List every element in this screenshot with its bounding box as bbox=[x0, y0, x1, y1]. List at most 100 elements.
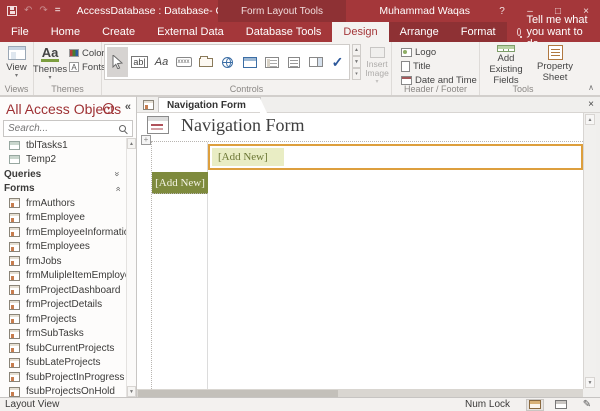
form-icon bbox=[9, 358, 20, 368]
gallery-up-icon[interactable]: ▲ bbox=[352, 44, 361, 56]
shutter-bar-close-icon[interactable]: « bbox=[125, 101, 131, 113]
list-box-control[interactable] bbox=[283, 47, 304, 77]
hyperlink-control[interactable] bbox=[217, 47, 238, 77]
navigation-control[interactable] bbox=[261, 47, 282, 77]
horizontal-tabs-strip-selected[interactable]: [Add New] bbox=[208, 144, 583, 170]
quick-access-toolbar: ↶ ↷ = bbox=[0, 6, 61, 16]
list-item-form[interactable]: frmEmployeeInformation bbox=[0, 225, 126, 240]
collapse-ribbon-icon[interactable]: ∧ bbox=[588, 83, 594, 92]
form-name: frmSubTasks bbox=[26, 328, 84, 339]
list-item-form[interactable]: frmAuthors bbox=[0, 196, 126, 211]
scroll-down-icon[interactable]: ▼ bbox=[127, 386, 136, 397]
list-item-form[interactable]: frmSubTasks bbox=[0, 327, 126, 342]
button-control[interactable]: xxxx bbox=[173, 47, 194, 77]
form-name: frmProjects bbox=[26, 314, 77, 325]
navigation-pane: All Access Objects ▾ « tblTasks1 Temp2 Q… bbox=[0, 96, 137, 397]
insert-image-button[interactable]: Insert Image ▾ bbox=[364, 44, 390, 86]
user-name[interactable]: Muhammad Waqas bbox=[379, 5, 470, 17]
list-item-form[interactable]: fsubProjectInProgress bbox=[0, 370, 126, 385]
logo-label: Logo bbox=[415, 47, 436, 58]
horizontal-scroll-thumb[interactable] bbox=[138, 390, 338, 397]
list-item-form[interactable]: fsubLateProjects bbox=[0, 356, 126, 371]
nav-pane-scrollbar[interactable]: ▲ ▼ bbox=[126, 138, 136, 397]
list-item-form[interactable]: frmProjects bbox=[0, 312, 126, 327]
list-item-form[interactable]: frmProjectDashboard bbox=[0, 283, 126, 298]
list-item-form[interactable]: frmProjectDetails bbox=[0, 298, 126, 313]
list-item-form[interactable]: frmEmployee bbox=[0, 211, 126, 226]
button-icon: xxxx bbox=[176, 57, 192, 67]
group-label: Queries bbox=[4, 169, 41, 180]
list-item-table[interactable]: tblTasks1 bbox=[0, 138, 126, 153]
checkbox-control[interactable]: ✓ bbox=[327, 47, 348, 77]
document-close-icon[interactable]: × bbox=[588, 99, 594, 110]
undo-icon[interactable]: ↶ bbox=[24, 6, 32, 16]
document-tab-navigation-form[interactable]: Navigation Form bbox=[158, 97, 261, 112]
fonts-icon: A bbox=[69, 62, 79, 72]
tab-format[interactable]: Format bbox=[450, 22, 507, 42]
form-icon bbox=[9, 198, 20, 208]
navigation-layout-grid: [Add New] [Add New] bbox=[151, 141, 583, 389]
list-item-form[interactable]: frmEmployees bbox=[0, 240, 126, 255]
table-icon bbox=[9, 141, 20, 150]
tab-home[interactable]: Home bbox=[40, 22, 91, 42]
customize-qat-icon[interactable]: = bbox=[55, 6, 61, 16]
textbox-control[interactable]: ab| bbox=[129, 47, 150, 77]
help-button[interactable]: ? bbox=[488, 0, 516, 22]
tab-control[interactable] bbox=[195, 47, 216, 77]
tab-database-tools[interactable]: Database Tools bbox=[235, 22, 333, 42]
search-input[interactable] bbox=[4, 123, 119, 134]
list-item-form[interactable]: frmJobs bbox=[0, 254, 126, 269]
add-existing-fields-button[interactable]: Add Existing Fields bbox=[480, 45, 532, 87]
group-header-footer: Logo Title Date and Time Header / Footer bbox=[392, 42, 480, 95]
group-header-queries[interactable]: Queries » bbox=[0, 167, 126, 182]
list-item-form[interactable]: fsubCurrentProjects bbox=[0, 341, 126, 356]
tab-design[interactable]: Design bbox=[332, 22, 388, 42]
document-area: Navigation Form × Navigation Form + [Add… bbox=[137, 96, 600, 397]
nav-pane-menu-icon[interactable]: ▾ bbox=[103, 103, 114, 114]
gallery-more-icon[interactable]: ▾ bbox=[352, 68, 361, 80]
view-button[interactable]: View ▾ bbox=[0, 42, 33, 84]
form-name: frmJobs bbox=[26, 256, 62, 267]
layout-move-handle[interactable]: + bbox=[141, 135, 151, 145]
title-button[interactable]: Title bbox=[398, 59, 479, 73]
form-view-button[interactable] bbox=[552, 399, 570, 411]
search-icon[interactable] bbox=[119, 125, 126, 132]
design-view-button[interactable]: ✎ bbox=[578, 399, 596, 411]
group-header-footer-label: Header / Footer bbox=[392, 84, 479, 94]
logo-button[interactable]: Logo bbox=[398, 45, 479, 59]
gallery-down-icon[interactable]: ▼ bbox=[352, 56, 361, 68]
search-box bbox=[3, 120, 133, 137]
select-control[interactable] bbox=[107, 47, 128, 77]
controls-gallery: ab| Aa xxxx ✓ bbox=[104, 44, 350, 80]
expand-icon: » bbox=[112, 172, 122, 177]
scroll-down-icon[interactable]: ▼ bbox=[585, 377, 595, 388]
group-controls-label: Controls bbox=[102, 84, 391, 94]
themes-button[interactable]: Aa Themes ▾ bbox=[36, 42, 64, 84]
web-browser-control[interactable] bbox=[239, 47, 260, 77]
tab-create[interactable]: Create bbox=[91, 22, 146, 42]
tab-arrange[interactable]: Arrange bbox=[389, 22, 450, 42]
layout-view-button[interactable] bbox=[526, 399, 544, 411]
vertical-scrollbar[interactable]: ▲ ▼ bbox=[583, 113, 596, 389]
group-header-forms[interactable]: Forms» bbox=[0, 182, 126, 197]
table-icon bbox=[9, 155, 20, 164]
scroll-up-icon[interactable]: ▲ bbox=[585, 114, 595, 125]
label-control[interactable]: Aa bbox=[151, 47, 172, 77]
tab-external-data[interactable]: External Data bbox=[146, 22, 235, 42]
list-item-table[interactable]: Temp2 bbox=[0, 153, 126, 168]
tab-file[interactable]: File bbox=[0, 22, 40, 42]
save-icon[interactable] bbox=[7, 6, 17, 16]
redo-icon[interactable]: ↷ bbox=[39, 6, 47, 16]
list-item-form[interactable]: fsubProjectsOnHold bbox=[0, 385, 126, 398]
combo-box-control[interactable] bbox=[305, 47, 326, 77]
property-sheet-button[interactable]: Property Sheet bbox=[532, 45, 578, 87]
status-view-label: Layout View bbox=[0, 399, 59, 410]
group-themes-label: Themes bbox=[34, 84, 101, 94]
add-new-tab-top[interactable]: [Add New] bbox=[212, 148, 284, 166]
tell-me-box[interactable]: Tell me what you want to do bbox=[507, 22, 600, 42]
form-name: frmEmployee bbox=[26, 212, 85, 223]
form-name: frmMulipleItemEmployee bbox=[26, 270, 126, 281]
add-new-tab-left[interactable]: [Add New] bbox=[152, 172, 208, 194]
scroll-up-icon[interactable]: ▲ bbox=[127, 138, 136, 149]
list-item-form[interactable]: frmMulipleItemEmployee bbox=[0, 269, 126, 284]
